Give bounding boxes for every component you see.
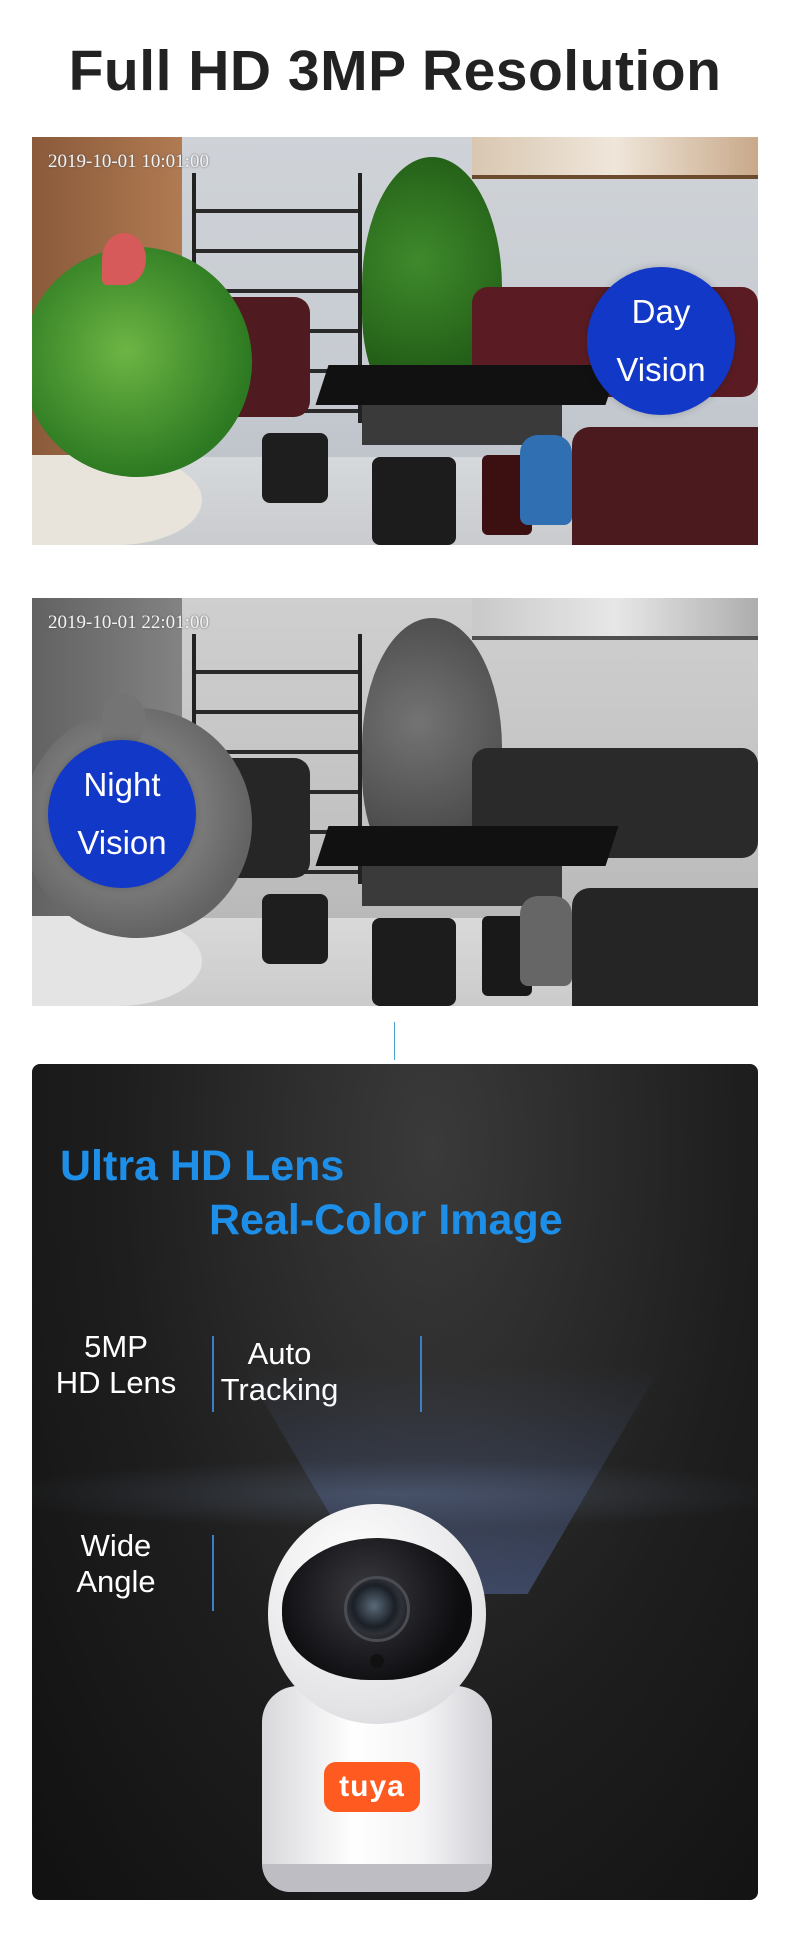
camera-base: [262, 1864, 492, 1892]
timestamp-overlay: 2019-10-01 22:01:00: [48, 612, 209, 633]
tea-table: [315, 826, 619, 866]
anthurium-flower: [102, 233, 146, 285]
badge-line: Vision: [616, 351, 706, 388]
security-camera: tuya: [262, 1504, 492, 1892]
headline-ultra-hd-lens: Ultra HD Lens: [60, 1142, 345, 1190]
badge-line: Night: [83, 766, 161, 803]
feature-hd-lens: 5MP HD Lens: [46, 1329, 186, 1401]
badge-line: Vision: [77, 824, 167, 861]
feature-line: HD Lens: [55, 1365, 177, 1400]
timestamp-overlay: 2019-10-01 10:01:00: [48, 151, 209, 172]
tuya-logo: tuya: [324, 1762, 420, 1812]
tea-table: [315, 365, 619, 405]
sofa-right: [572, 888, 758, 1006]
wall-painting: [472, 137, 758, 179]
feature-wide-angle: Wide Angle: [46, 1528, 186, 1600]
stool: [262, 894, 328, 964]
camera-lens-icon: [344, 1576, 410, 1642]
water-jug: [520, 435, 572, 525]
stool: [372, 918, 456, 1006]
stool: [372, 457, 456, 545]
page-title: Full HD 3MP Resolution: [68, 39, 722, 103]
feature-line: Angle: [76, 1564, 156, 1599]
lens-feature-panel: Ultra HD Lens Real-Color Image 5MP HD Le…: [32, 1064, 758, 1900]
night-vision-badge: Night Vision: [48, 740, 196, 888]
badge-line: Day: [631, 293, 691, 330]
sofa-right: [572, 427, 758, 545]
feature-line: Wide: [80, 1528, 152, 1563]
day-vision-badge: Day Vision: [587, 267, 735, 415]
water-jug: [520, 896, 572, 986]
headline-real-color-image: Real-Color Image: [209, 1196, 563, 1244]
wall-painting: [472, 598, 758, 640]
anthurium-flower: [102, 694, 146, 746]
divider-line: [394, 1022, 395, 1060]
feature-divider: [212, 1535, 214, 1611]
anthurium-plant: [32, 247, 252, 477]
stool: [262, 433, 328, 503]
feature-line: 5MP: [84, 1329, 148, 1364]
microphone-hole: [370, 1654, 384, 1668]
